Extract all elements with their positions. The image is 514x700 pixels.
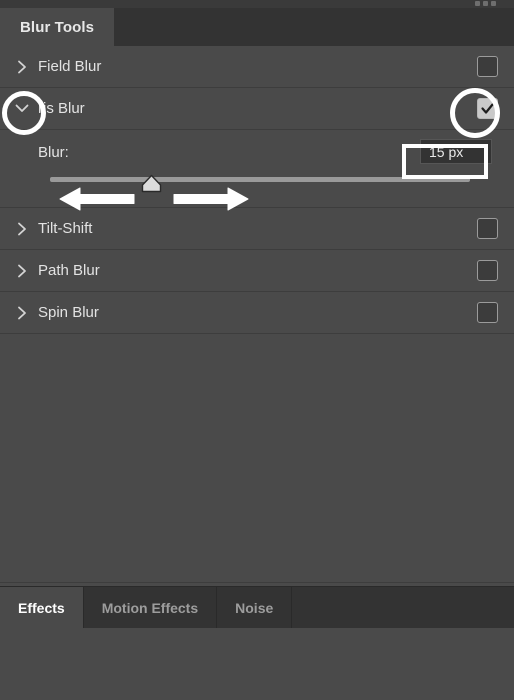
tool-row-tilt-shift[interactable]: Tilt-Shift bbox=[0, 208, 514, 250]
tool-row-iris-blur[interactable]: ris Blur bbox=[0, 88, 514, 130]
tool-label-path-blur: Path Blur bbox=[38, 262, 100, 279]
tab-effects[interactable]: Effects bbox=[0, 587, 84, 629]
tab-motion-effects-label: Motion Effects bbox=[101, 600, 199, 616]
chevron-right-icon[interactable] bbox=[14, 59, 30, 75]
chevron-right-icon[interactable] bbox=[14, 263, 30, 279]
tool-row-path-blur[interactable]: Path Blur bbox=[0, 250, 514, 292]
blur-amount-label: Blur: bbox=[38, 144, 69, 161]
checkbox-field-blur[interactable] bbox=[477, 56, 498, 77]
blur-amount-input[interactable]: 15 px bbox=[420, 139, 492, 164]
blur-amount-slider-handle[interactable] bbox=[140, 174, 163, 193]
checkbox-path-blur[interactable] bbox=[477, 260, 498, 281]
effects-tabbar: Effects Motion Effects Noise bbox=[0, 586, 514, 630]
tool-label-tilt-shift: Tilt-Shift bbox=[38, 220, 93, 237]
blur-amount-value: 15 px bbox=[429, 143, 464, 160]
overflow-dots-icon[interactable] bbox=[475, 1, 496, 6]
checkbox-tilt-shift[interactable] bbox=[477, 218, 498, 239]
blur-gallery-panel: Blur Tools Field Blur ris Blur Blur: 15 … bbox=[0, 0, 514, 700]
blur-amount-slider-track[interactable] bbox=[50, 177, 470, 182]
tool-label-spin-blur: Spin Blur bbox=[38, 304, 99, 321]
chevron-down-icon[interactable] bbox=[14, 101, 30, 117]
tab-noise-label: Noise bbox=[235, 600, 274, 616]
tab-blur-tools[interactable]: Blur Tools bbox=[0, 8, 115, 46]
tab-blur-tools-label: Blur Tools bbox=[20, 18, 95, 36]
tab-motion-effects[interactable]: Motion Effects bbox=[84, 587, 218, 629]
chevron-right-icon[interactable] bbox=[14, 221, 30, 237]
chevron-right-icon[interactable] bbox=[14, 305, 30, 321]
panel-empty-area bbox=[0, 372, 514, 583]
panel-tabbar: Blur Tools bbox=[0, 8, 514, 47]
iris-blur-controls: Blur: 15 px bbox=[0, 130, 514, 208]
checkbox-iris-blur[interactable] bbox=[477, 98, 498, 119]
checkbox-spin-blur[interactable] bbox=[477, 302, 498, 323]
tool-label-field-blur: Field Blur bbox=[38, 58, 102, 75]
tool-row-field-blur[interactable]: Field Blur bbox=[0, 46, 514, 88]
tool-row-spin-blur[interactable]: Spin Blur bbox=[0, 292, 514, 334]
blur-tools-list: Field Blur ris Blur Blur: 15 px Tilt-Shi… bbox=[0, 46, 514, 334]
tab-effects-label: Effects bbox=[18, 600, 65, 616]
tool-label-iris-blur: ris Blur bbox=[38, 100, 85, 117]
effects-panel-body bbox=[0, 628, 514, 700]
tab-noise[interactable]: Noise bbox=[217, 587, 293, 629]
